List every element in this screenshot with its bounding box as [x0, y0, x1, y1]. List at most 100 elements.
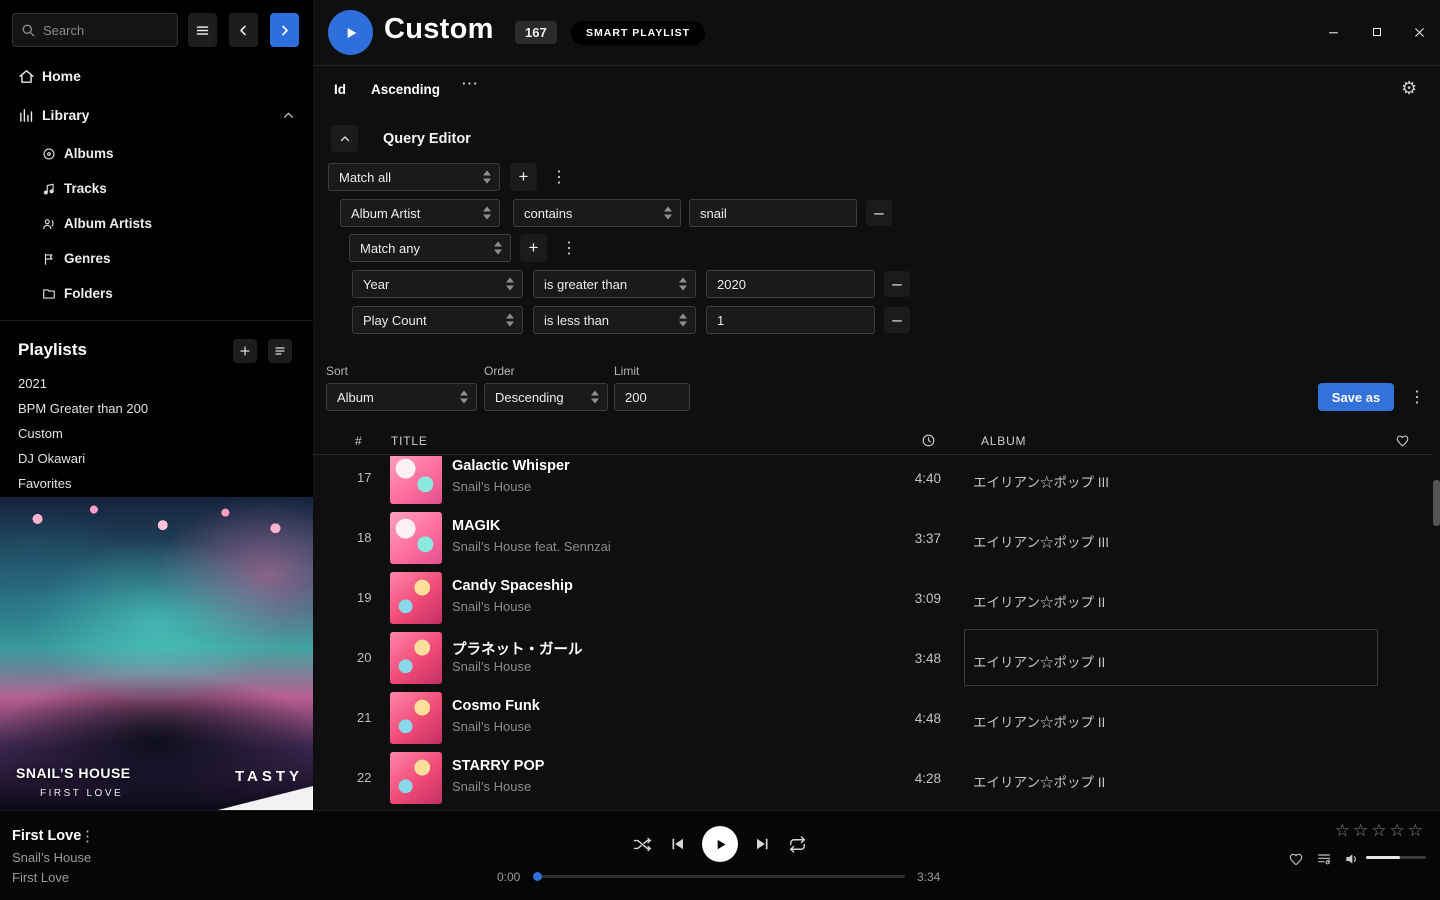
sort-order-button[interactable]: Ascending: [371, 82, 440, 97]
skip-next-icon: [754, 835, 772, 853]
minimize-button[interactable]: [1325, 22, 1342, 42]
duration-clock-icon[interactable]: [921, 433, 936, 448]
volume-fill: [1366, 856, 1400, 859]
add-playlist-button[interactable]: [233, 339, 257, 363]
nav-back-button[interactable]: [229, 13, 258, 47]
rule-value-input[interactable]: [706, 306, 875, 334]
player-bar: First Love ⋮ Snail’s House First Love 0:…: [0, 810, 1440, 900]
chevron-up-icon[interactable]: [282, 109, 295, 122]
rule-field-select[interactable]: Album Artist: [340, 199, 500, 227]
group-menu-icon[interactable]: ⋮: [551, 163, 567, 191]
add-rule-button[interactable]: +: [510, 163, 537, 191]
playlist-item[interactable]: Favorites: [18, 471, 288, 496]
shuffle-button[interactable]: [633, 835, 652, 854]
chevron-left-icon: [236, 23, 251, 38]
query-editor-collapse-button[interactable]: [331, 125, 358, 152]
volume-icon[interactable]: [1344, 851, 1360, 867]
spinner-arrows-icon: [483, 171, 491, 184]
rule-operator-select[interactable]: is greater than: [533, 270, 696, 298]
repeat-button[interactable]: [788, 835, 807, 854]
menu-button[interactable]: [188, 13, 217, 47]
maximize-button[interactable]: [1368, 22, 1385, 42]
now-playing-artwork[interactable]: SNAIL’S HOUSE FIRST LOVE TASTY: [0, 497, 313, 810]
queue-icon[interactable]: [1316, 851, 1332, 867]
play-playlist-button[interactable]: [328, 10, 373, 55]
sidebar-item-tracks[interactable]: Tracks: [0, 171, 313, 206]
track-album[interactable]: エイリアン☆ポップ III: [973, 531, 1109, 551]
column-title[interactable]: TITLE: [391, 434, 428, 448]
rule-field-select[interactable]: Play Count: [352, 306, 523, 334]
sort-field-button[interactable]: Id: [334, 82, 346, 97]
spinner-arrows-icon: [591, 391, 599, 404]
table-row[interactable]: 20 プラネット・ガール Snail’s House 3:48 エイリアン☆ポッ…: [313, 628, 1433, 688]
table-row[interactable]: 22 STARRY POP Snail’s House 4:28 エイリアン☆ポ…: [313, 748, 1433, 808]
previous-button[interactable]: [668, 835, 686, 853]
track-album[interactable]: エイリアン☆ポップ II: [973, 591, 1105, 611]
table-row[interactable]: 21 Cosmo Funk Snail’s House 4:48 エイリアン☆ポ…: [313, 688, 1433, 748]
spinner-arrows-icon: [483, 207, 491, 220]
track-album[interactable]: エイリアン☆ポップ III: [973, 471, 1109, 491]
match-mode-select[interactable]: Match all: [328, 163, 500, 191]
seek-bar[interactable]: [535, 875, 905, 878]
select-value: Album: [337, 390, 374, 405]
playlist-item[interactable]: Custom: [18, 421, 288, 446]
rule-value-input[interactable]: [689, 199, 857, 227]
track-number: 22: [357, 770, 371, 785]
sidebar-item-folders[interactable]: Folders: [0, 276, 313, 311]
playlist-item[interactable]: BPM Greater than 200: [18, 396, 288, 421]
group-menu-icon[interactable]: ⋮: [561, 234, 577, 262]
more-options-icon[interactable]: ⋯: [461, 74, 479, 94]
track-title: STARRY POP: [452, 758, 544, 774]
match-mode-select[interactable]: Match any: [349, 234, 511, 262]
volume-slider[interactable]: [1366, 856, 1426, 859]
limit-input[interactable]: [614, 383, 690, 411]
order-label: Order: [484, 364, 515, 378]
track-album[interactable]: エイリアン☆ポップ II: [973, 771, 1105, 791]
spinner-arrows-icon: [494, 242, 502, 255]
artwork-watermark: TASTY: [235, 768, 303, 785]
sidebar-item-album-artists[interactable]: Album Artists: [0, 206, 313, 241]
play-pause-button[interactable]: [702, 826, 738, 862]
sort-select[interactable]: Album: [326, 383, 477, 411]
column-album[interactable]: ALBUM: [981, 434, 1026, 448]
next-button[interactable]: [754, 835, 772, 853]
rule-operator-select[interactable]: is less than: [533, 306, 696, 334]
sidebar-item-library[interactable]: Library: [0, 101, 313, 129]
favorite-heart-icon[interactable]: [1288, 851, 1304, 867]
playlist-item[interactable]: DJ Okawari: [18, 446, 288, 471]
query-menu-icon[interactable]: ⋮: [1409, 383, 1425, 411]
track-menu-icon[interactable]: ⋮: [80, 827, 95, 845]
sidebar-item-home[interactable]: Home: [0, 62, 313, 90]
table-row[interactable]: 17 Galactic Whisper Snail’s House 4:40 エ…: [313, 456, 1433, 508]
search-icon: [21, 23, 36, 38]
settings-gear-icon[interactable]: ⚙: [1401, 78, 1417, 99]
search-box[interactable]: [12, 13, 178, 47]
seek-handle[interactable]: [533, 872, 542, 881]
playlist-item[interactable]: 2021: [18, 371, 288, 396]
close-button[interactable]: [1411, 22, 1428, 42]
save-as-button[interactable]: Save as: [1318, 383, 1394, 411]
nav-forward-button[interactable]: [270, 13, 299, 47]
table-row[interactable]: 19 Candy Spaceship Snail’s House 3:09 エイ…: [313, 568, 1433, 628]
rule-operator-select[interactable]: contains: [513, 199, 681, 227]
track-album[interactable]: エイリアン☆ポップ II: [973, 651, 1105, 671]
remove-rule-button[interactable]: –: [884, 307, 910, 333]
table-row[interactable]: 18 MAGIK Snail’s House feat. Sennzai 3:3…: [313, 508, 1433, 568]
rule-field-select[interactable]: Year: [352, 270, 523, 298]
order-select[interactable]: Descending: [484, 383, 608, 411]
scrollbar-thumb[interactable]: [1433, 480, 1440, 526]
favorite-heart-icon[interactable]: [1395, 433, 1410, 448]
remove-rule-button[interactable]: –: [866, 200, 892, 226]
remove-rule-button[interactable]: –: [884, 271, 910, 297]
track-album[interactable]: エイリアン☆ポップ II: [973, 711, 1105, 731]
rating-stars[interactable]: ☆☆☆☆☆: [1335, 821, 1426, 841]
add-rule-button[interactable]: +: [520, 234, 547, 262]
column-index[interactable]: #: [355, 434, 362, 448]
playlist-options-button[interactable]: [268, 339, 292, 363]
sidebar-item-label: Folders: [64, 286, 113, 301]
sidebar-item-genres[interactable]: Genres: [0, 241, 313, 276]
search-input[interactable]: [43, 23, 153, 38]
sidebar-item-albums[interactable]: Albums: [0, 136, 313, 171]
rule-value-input[interactable]: [706, 270, 875, 298]
track-artist: Snail’s House: [452, 479, 531, 494]
